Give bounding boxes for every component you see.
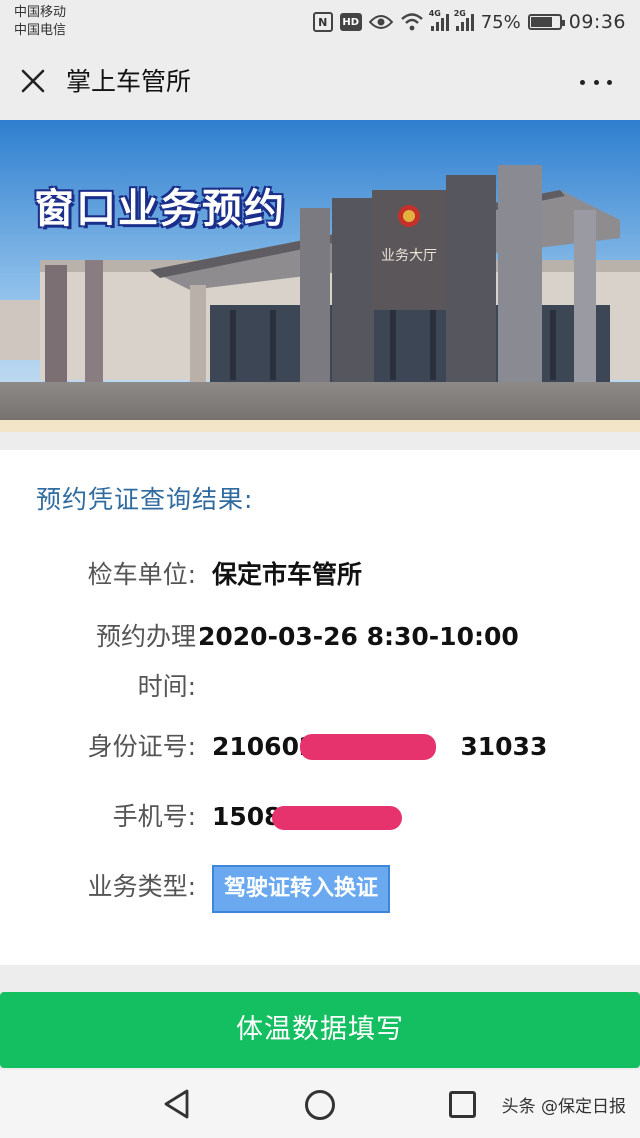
result-row-inspection-unit: 检车单位: 保定市车管所 [0, 550, 640, 600]
carrier-info: 中国移动 中国电信 [14, 4, 66, 40]
redaction-mark [300, 734, 436, 760]
temperature-data-button[interactable]: 体温数据填写 [0, 992, 640, 1068]
status-bar: 中国移动 中国电信 N HD 4G 2G 75% 09:36 [0, 0, 640, 44]
hd-icon: HD [339, 13, 362, 31]
nfc-icon: N [312, 12, 333, 32]
row-label: 检车单位: [87, 560, 196, 589]
close-icon[interactable] [18, 66, 48, 96]
appointment-result-card: 预约凭证查询结果: 检车单位: 保定市车管所 预约办理时间: 2020-03-2… [0, 450, 640, 965]
clock: 09:36 [568, 11, 626, 33]
row-value: 保定市车管所 [212, 560, 363, 589]
banner-title: 窗口业务预约 [34, 185, 286, 232]
row-label: 预约办理时间: [95, 622, 196, 701]
row-value: 1508 [212, 792, 640, 842]
status-icons: N HD 4G 2G 75% 09:36 [312, 9, 626, 34]
recent-apps-icon[interactable] [449, 1091, 476, 1118]
row-label: 业务类型: [87, 872, 196, 901]
row-value: 2020-03-26 8:30-10:00 [198, 622, 519, 651]
row-value: 驾驶证转入换证 [212, 862, 640, 913]
home-icon[interactable] [305, 1090, 335, 1120]
row-label: 身份证号: [87, 732, 196, 761]
id-suffix: 31033 [460, 732, 548, 761]
row-label: 手机号: [112, 802, 196, 831]
result-row-appointment-time: 预约办理时间: 2020-03-26 8:30-10:00 [0, 612, 640, 712]
carrier-name-2: 中国电信 [14, 23, 67, 38]
business-type-tag[interactable]: 驾驶证转入换证 [212, 865, 391, 913]
watermark: 头条 @保定日报 [501, 1097, 626, 1117]
carrier-name-1: 中国移动 [14, 5, 67, 20]
redaction-mark [272, 806, 402, 830]
building-sign: 业务大厅 [381, 248, 437, 264]
battery-icon [527, 14, 565, 30]
page-title: 掌上车管所 [66, 67, 192, 96]
battery-percent: 75% [480, 11, 521, 33]
network-type-2: 2G [453, 9, 466, 18]
result-row-business-type: 业务类型: 驾驶证转入换证 [0, 862, 640, 913]
back-icon[interactable] [162, 1088, 192, 1120]
more-icon[interactable] [580, 74, 612, 90]
signal-icon-2: 2G [454, 9, 474, 31]
banner-image: 业务大厅 窗口业务预约 [0, 120, 640, 432]
row-value: 210602 31033 [212, 722, 640, 772]
network-type-1: 4G [428, 9, 441, 18]
wifi-icon [400, 13, 423, 31]
building-illustration: 业务大厅 [0, 120, 640, 432]
system-nav-bar: 头条 @保定日报 [0, 1070, 640, 1138]
app-header: 掌上车管所 [0, 44, 640, 120]
result-row-id-number: 身份证号: 210602 31033 [0, 722, 640, 772]
signal-icon-1: 4G [429, 9, 449, 31]
result-title: 预约凭证查询结果: [36, 485, 254, 514]
eye-icon [368, 15, 393, 29]
result-row-phone: 手机号: 1508 [0, 792, 640, 842]
